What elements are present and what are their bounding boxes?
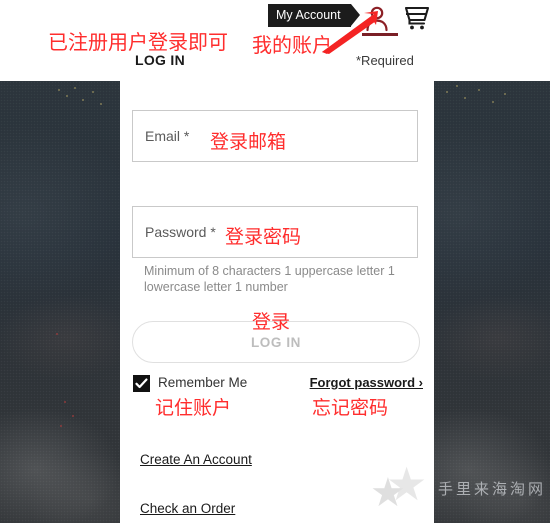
password-field-label: Password * [145,224,216,240]
email-field[interactable]: Email * [132,110,418,162]
background-left-photo [0,81,120,523]
password-field[interactable]: Password * [132,206,418,258]
page-title: LOG IN [135,52,186,68]
form-header-row: LOG IN *Required [135,52,550,72]
login-card [120,0,434,523]
forgot-password-link[interactable]: Forgot password › [310,375,423,390]
password-helper-text: Minimum of 8 characters 1 uppercase lett… [144,264,395,294]
remember-me-label: Remember Me [158,375,248,390]
remember-me-row: Remember Me Forgot password › [133,375,423,395]
remember-me-checkbox[interactable] [133,375,150,392]
account-active-underline [362,33,398,36]
create-account-link[interactable]: Create An Account [140,452,252,467]
login-button[interactable]: LOG IN [132,321,420,363]
person-icon[interactable] [364,5,390,33]
site-header: My Account [0,0,550,46]
background-texture [0,81,120,523]
background-texture [434,81,550,523]
my-account-tooltip: My Account [268,4,360,27]
shopping-cart-icon[interactable] [403,4,431,32]
required-note: *Required [356,53,414,68]
check-order-link[interactable]: Check an Order [140,501,235,516]
background-right-photo [434,81,550,523]
email-field-label: Email * [145,128,190,144]
login-page-screenshot: My Account 已注册用户登录即可 我的账户 登录邮箱 登录密码 登录 记… [0,0,550,523]
